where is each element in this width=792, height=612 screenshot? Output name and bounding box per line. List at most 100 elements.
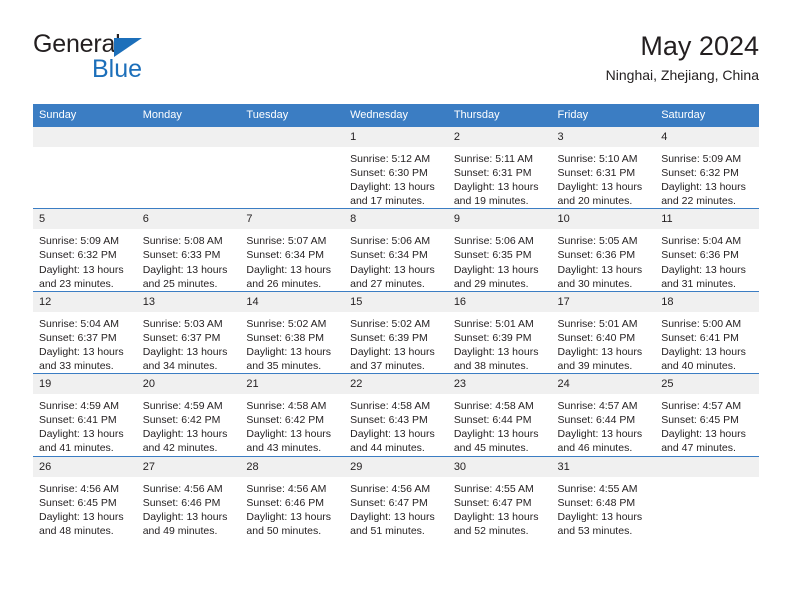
calendar-day-cell[interactable]: 9 Sunrise: 5:06 AM Sunset: 6:35 PM Daylight…: [447, 208, 552, 292]
day-info-line: Sunset: 6:32 PM: [661, 167, 739, 180]
day-info-line: Sunset: 6:40 PM: [557, 331, 636, 344]
day-info-line: and 27 minutes.: [350, 277, 425, 290]
day-details: Sunrise: 4:58 AM Sunset: 6:42 PM Daylight:…: [240, 394, 344, 455]
calendar-day-cell[interactable]: 31 Sunrise: 4:55 AM Sunset: 6:48 PM Dayligh…: [551, 455, 656, 538]
day-number: 31: [551, 456, 656, 477]
calendar-day-cell[interactable]: 26 Sunrise: 4:56 AM Sunset: 6:45 PM Dayligh…: [33, 455, 137, 538]
calendar-day-cell[interactable]: 21 Sunrise: 4:58 AM Sunset: 6:42 PM Dayligh…: [240, 373, 345, 456]
day-info-line: and 33 minutes.: [39, 360, 114, 373]
day-number: 5: [33, 209, 137, 230]
day-info-line: Sunset: 6:44 PM: [557, 414, 636, 427]
day-number: 26: [33, 456, 137, 477]
day-info-line: Daylight: 13 hours: [350, 428, 435, 441]
calendar-day-cell[interactable]: 3 Sunrise: 5:10 AM Sunset: 6:31 PM Daylight…: [551, 125, 656, 209]
day-info-line: Sunrise: 4:56 AM: [246, 482, 327, 495]
calendar-day-cell[interactable]: 16 Sunrise: 5:01 AM Sunset: 6:39 PM Dayligh…: [447, 290, 552, 374]
calendar-day-cell[interactable]: 5 Sunrise: 5:09 AM Sunset: 6:32 PM Daylight…: [33, 208, 137, 292]
calendar-day-cell[interactable]: 23 Sunrise: 4:58 AM Sunset: 6:44 PM Dayligh…: [447, 373, 552, 456]
day-info-line: and 39 minutes.: [557, 360, 633, 373]
day-info-line: Sunset: 6:37 PM: [142, 331, 221, 344]
day-info-line: Sunrise: 5:02 AM: [246, 317, 327, 330]
month-calendar: Sunday Monday Tuesday Wednesday Thursday…: [33, 104, 759, 538]
weekday-header-thursday: Thursday: [447, 104, 552, 127]
day-info-line: Sunrise: 5:08 AM: [142, 235, 223, 248]
calendar-day-cell[interactable]: 7 Sunrise: 5:07 AM Sunset: 6:34 PM Daylight…: [240, 208, 345, 292]
day-number: 15: [344, 291, 448, 312]
calendar-day-cell[interactable]: 25 Sunrise: 4:57 AM Sunset: 6:45 PM Dayligh…: [655, 373, 759, 456]
day-number: 8: [344, 209, 448, 230]
calendar-day-cell[interactable]: 11 Sunrise: 5:04 AM Sunset: 6:36 PM Dayligh…: [655, 208, 759, 292]
day-info-line: Sunrise: 5:01 AM: [453, 317, 534, 330]
calendar-day-cell[interactable]: 6 Sunrise: 5:08 AM Sunset: 6:33 PM Daylight…: [136, 208, 241, 292]
day-number: 30: [447, 456, 552, 477]
day-info-line: Daylight: 13 hours: [453, 510, 539, 523]
day-info-line: Daylight: 13 hours: [246, 510, 332, 523]
day-details: Sunrise: 4:59 AM Sunset: 6:42 PM Daylight:…: [137, 394, 241, 455]
day-info-line: and 44 minutes.: [350, 442, 425, 455]
day-info-line: Daylight: 13 hours: [246, 345, 332, 358]
calendar-day-cell[interactable]: 1 Sunrise: 5:12 AM Sunset: 6:30 PM Daylight…: [344, 125, 448, 209]
calendar-day-cell[interactable]: 14 Sunrise: 5:02 AM Sunset: 6:38 PM Dayligh…: [240, 290, 345, 374]
calendar-day-cell[interactable]: 13 Sunrise: 5:03 AM Sunset: 6:37 PM Dayligh…: [136, 290, 241, 374]
day-info-line: Sunrise: 4:58 AM: [246, 400, 327, 413]
day-number: 6: [136, 209, 241, 230]
day-number: 27: [136, 456, 241, 477]
day-info-line: Sunset: 6:39 PM: [453, 331, 532, 344]
calendar-day-cell[interactable]: 8 Sunrise: 5:06 AM Sunset: 6:34 PM Daylight…: [344, 208, 448, 292]
calendar-day-cell[interactable]: 10 Sunrise: 5:05 AM Sunset: 6:36 PM Dayligh…: [551, 208, 656, 292]
calendar-day-cell[interactable]: 24 Sunrise: 4:57 AM Sunset: 6:44 PM Dayligh…: [551, 373, 656, 456]
weekday-header-monday: Monday: [136, 104, 241, 127]
day-info-line: and 42 minutes.: [142, 442, 218, 455]
calendar-day-cell[interactable]: 19 Sunrise: 4:59 AM Sunset: 6:41 PM Dayligh…: [33, 373, 137, 456]
day-info-line: and 37 minutes.: [350, 360, 425, 373]
day-number: 14: [240, 291, 345, 312]
calendar-day-cell[interactable]: 4 Sunrise: 5:09 AM Sunset: 6:32 PM Daylight…: [655, 125, 759, 209]
day-info-line: Sunrise: 4:55 AM: [557, 482, 638, 495]
day-info-line: Sunset: 6:36 PM: [557, 249, 636, 262]
day-info-line: Sunset: 6:45 PM: [661, 414, 739, 427]
day-info-line: and 50 minutes.: [246, 524, 322, 537]
calendar-day-cell[interactable]: 2 Sunrise: 5:11 AM Sunset: 6:31 PM Daylight…: [447, 125, 552, 209]
day-info-line: Sunset: 6:39 PM: [350, 331, 428, 344]
weekday-header-row: Sunday Monday Tuesday Wednesday Thursday…: [33, 104, 759, 127]
day-number: 12: [33, 291, 137, 312]
calendar-day-cell[interactable]: 28 Sunrise: 4:56 AM Sunset: 6:46 PM Dayligh…: [240, 455, 345, 538]
day-number: 4: [655, 127, 759, 147]
day-number: 29: [344, 456, 448, 477]
day-details: Sunrise: 4:57 AM Sunset: 6:45 PM Daylight:…: [655, 394, 759, 455]
day-info-line: and 26 minutes.: [246, 277, 322, 290]
day-info-line: Daylight: 13 hours: [557, 345, 643, 358]
calendar-day-cell[interactable]: 22 Sunrise: 4:58 AM Sunset: 6:43 PM Dayligh…: [344, 373, 448, 456]
day-info-line: and 22 minutes.: [661, 195, 736, 208]
day-details: Sunrise: 4:56 AM Sunset: 6:47 PM Daylight:…: [344, 477, 448, 538]
day-info-line: Daylight: 13 hours: [453, 428, 539, 441]
day-info-line: and 45 minutes.: [453, 442, 529, 455]
calendar-week-row: 5 Sunrise: 5:09 AM Sunset: 6:32 PM Daylight…: [33, 208, 759, 292]
calendar-day-cell[interactable]: 12 Sunrise: 5:04 AM Sunset: 6:37 PM Dayligh…: [33, 290, 137, 374]
day-info-line: Sunrise: 5:04 AM: [39, 317, 119, 330]
day-info-line: Sunrise: 4:56 AM: [350, 482, 431, 495]
day-info-line: and 48 minutes.: [39, 524, 114, 537]
day-info-line: Daylight: 13 hours: [246, 428, 332, 441]
day-info-line: and 53 minutes.: [557, 524, 633, 537]
calendar-day-cell[interactable]: 29 Sunrise: 4:56 AM Sunset: 6:47 PM Dayligh…: [344, 455, 448, 538]
day-info-line: Sunrise: 4:56 AM: [142, 482, 223, 495]
day-details: Sunrise: 5:10 AM Sunset: 6:31 PM Daylight:…: [552, 147, 656, 208]
calendar-day-cell[interactable]: 15 Sunrise: 5:02 AM Sunset: 6:39 PM Dayligh…: [344, 290, 448, 374]
day-info-line: Sunrise: 4:56 AM: [39, 482, 119, 495]
day-info-line: Sunset: 6:42 PM: [246, 414, 325, 427]
calendar-day-cell[interactable]: 18 Sunrise: 5:00 AM Sunset: 6:41 PM Dayligh…: [655, 290, 759, 374]
calendar-day-cell[interactable]: 17 Sunrise: 5:01 AM Sunset: 6:40 PM Dayligh…: [551, 290, 656, 374]
day-info-line: Daylight: 13 hours: [661, 428, 746, 441]
day-info-line: Sunset: 6:34 PM: [246, 249, 325, 262]
day-info-line: Sunrise: 5:01 AM: [557, 317, 638, 330]
day-info-line: Daylight: 13 hours: [350, 181, 435, 194]
day-number: [33, 127, 137, 147]
day-details: Sunrise: 5:00 AM Sunset: 6:41 PM Daylight:…: [655, 312, 759, 373]
calendar-body: 1 Sunrise: 5:12 AM Sunset: 6:30 PM Daylight…: [33, 125, 759, 538]
day-info-line: Daylight: 13 hours: [39, 428, 124, 441]
calendar-day-cell[interactable]: 27 Sunrise: 4:56 AM Sunset: 6:46 PM Dayligh…: [136, 455, 241, 538]
calendar-day-cell[interactable]: 30 Sunrise: 4:55 AM Sunset: 6:47 PM Dayligh…: [447, 455, 552, 538]
calendar-day-cell[interactable]: 20 Sunrise: 4:59 AM Sunset: 6:42 PM Dayligh…: [136, 373, 241, 456]
day-info-line: Daylight: 13 hours: [557, 510, 643, 523]
